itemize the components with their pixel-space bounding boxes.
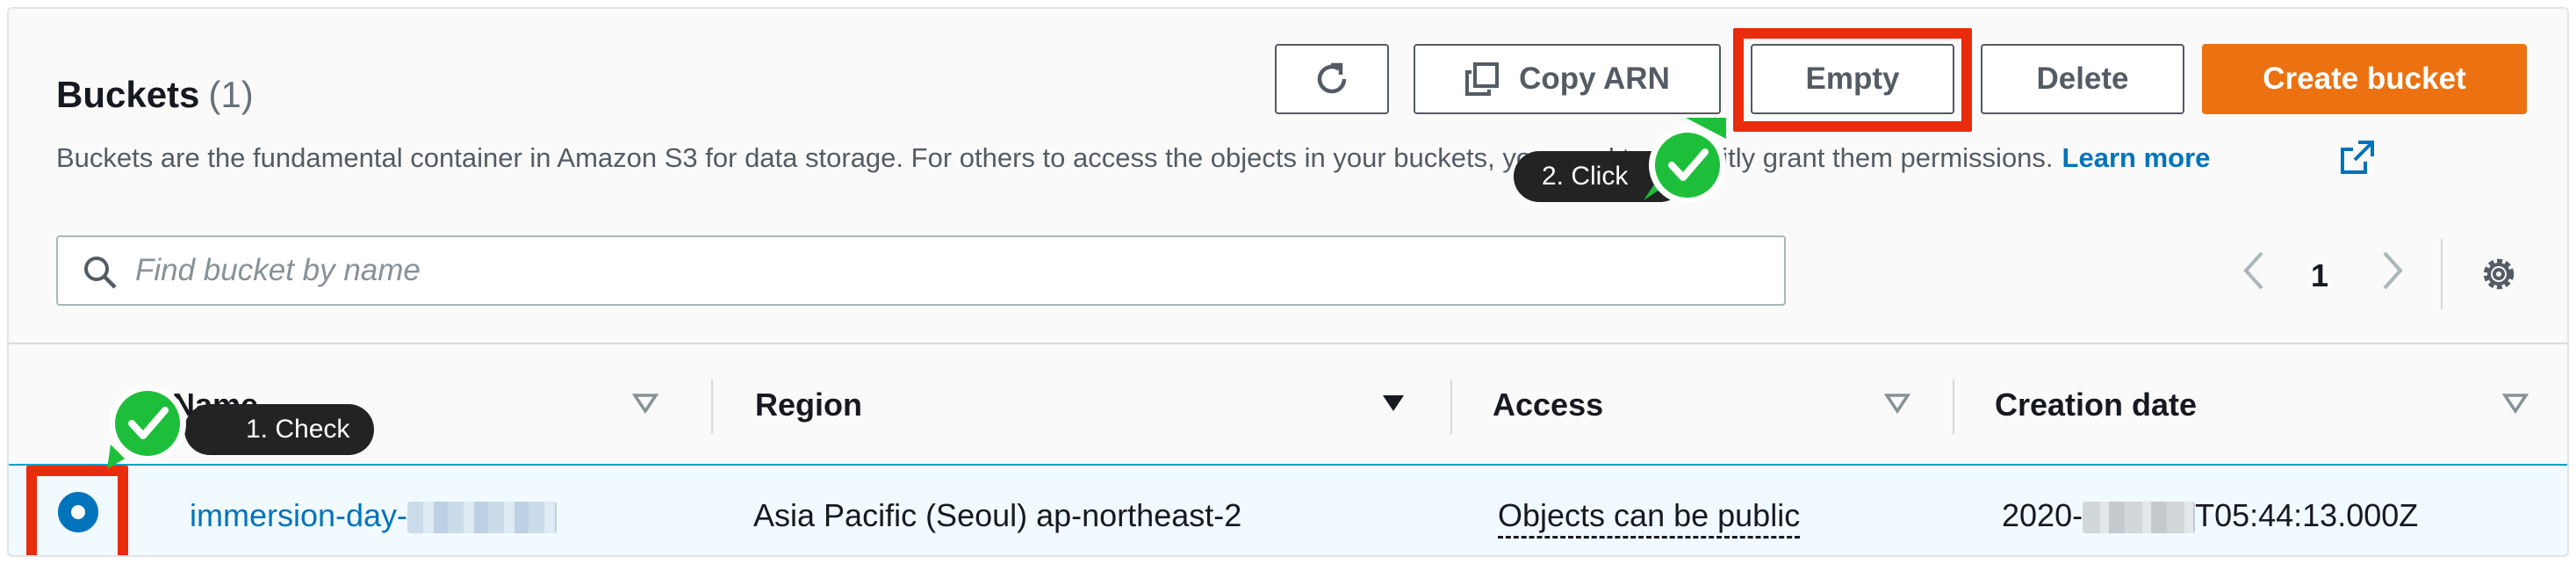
step-2-label: 2. Click <box>1542 162 1629 191</box>
bucket-region: Asia Pacific (Seoul) ap-northeast-2 <box>753 497 1242 533</box>
delete-button[interactable]: Delete <box>1981 44 2184 114</box>
check-icon <box>107 385 186 469</box>
chevron-left-icon[interactable] <box>2239 248 2269 293</box>
buckets-panel: Buckets (1) Buckets are the fundamental c… <box>7 7 2569 557</box>
radio-highlight <box>26 466 128 555</box>
date-prefix: 2020- <box>2002 497 2083 533</box>
description-text: Buckets are the fundamental container in… <box>56 142 2054 173</box>
search-input[interactable] <box>135 242 1768 299</box>
column-header-creation-date[interactable]: Creation date <box>1995 387 2197 423</box>
panel-header: Buckets (1) Buckets are the fundamental c… <box>9 9 2567 343</box>
chevron-right-icon[interactable] <box>2378 248 2407 293</box>
check-icon <box>1644 118 1726 204</box>
column-separator <box>1450 380 1452 434</box>
sort-icon[interactable] <box>632 390 658 416</box>
column-header-region[interactable]: Region <box>755 387 862 423</box>
page-title: Buckets (1) <box>56 74 254 116</box>
sort-icon[interactable] <box>2502 390 2529 416</box>
bucket-count: (1) <box>208 74 254 115</box>
empty-button-highlight <box>1733 28 1972 132</box>
table-header: Name Region Access Creation date <box>9 344 2567 464</box>
table-row[interactable]: immersion-day- Asia Pacific (Seoul) ap-n… <box>9 464 2567 555</box>
bucket-name[interactable]: immersion-day- <box>190 497 407 533</box>
copy-arn-button[interactable]: Copy ARN <box>1414 44 1721 114</box>
copy-arn-label: Copy ARN <box>1519 61 1670 96</box>
refresh-button[interactable] <box>1275 44 1389 114</box>
bucket-creation-date: 2020- T05:44:13.000Z <box>2002 497 2418 534</box>
redacted-name <box>407 502 558 534</box>
gear-icon[interactable] <box>2478 253 2520 295</box>
step-1-label: 1. Check <box>246 415 350 444</box>
create-bucket-button[interactable]: Create bucket <box>2202 44 2527 114</box>
pager-divider <box>2441 239 2443 309</box>
column-header-access[interactable]: Access <box>1493 387 1603 423</box>
search-icon <box>84 257 117 289</box>
column-separator <box>1953 380 1954 434</box>
bucket-access[interactable]: Objects can be public <box>1498 497 1801 539</box>
step-1-callout: 1. Check <box>184 404 374 455</box>
sort-icon[interactable] <box>1884 390 1910 416</box>
column-separator <box>711 380 713 434</box>
delete-label: Delete <box>2036 61 2129 96</box>
title-text: Buckets <box>56 74 200 115</box>
create-bucket-label: Create bucket <box>2263 61 2466 96</box>
bucket-name-link[interactable]: immersion-day- <box>190 497 558 534</box>
description: Buckets are the fundamental container in… <box>56 142 2210 174</box>
copy-icon <box>1465 62 1500 96</box>
external-link-icon[interactable] <box>2339 139 2376 176</box>
learn-more-link[interactable]: Learn more <box>2062 142 2211 173</box>
date-suffix: T05:44:13.000Z <box>2195 497 2419 533</box>
refresh-icon <box>1317 62 1347 94</box>
search-box[interactable] <box>56 235 1786 306</box>
sort-icon[interactable] <box>1380 390 1407 416</box>
redacted-date <box>2083 502 2196 534</box>
current-page[interactable]: 1 <box>2311 257 2328 294</box>
